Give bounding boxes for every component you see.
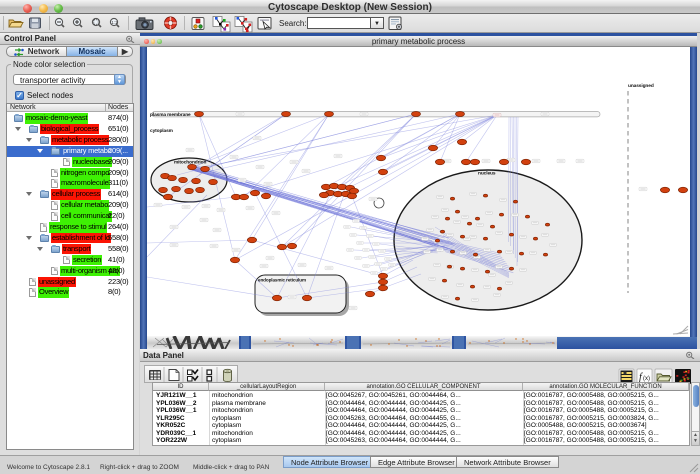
svg-text:endoplasmic reticulum: endoplasmic reticulum: [258, 278, 306, 283]
svg-text:cytoplasm: cytoplasm: [150, 128, 173, 134]
svg-text:mitochondrion: mitochondrion: [174, 160, 206, 166]
svg-text:unassigned: unassigned: [628, 83, 654, 89]
svg-text:nucleus: nucleus: [478, 171, 496, 177]
svg-text:1:1: 1:1: [111, 20, 118, 25]
svg-text:plasma membrane: plasma membrane: [150, 112, 191, 118]
